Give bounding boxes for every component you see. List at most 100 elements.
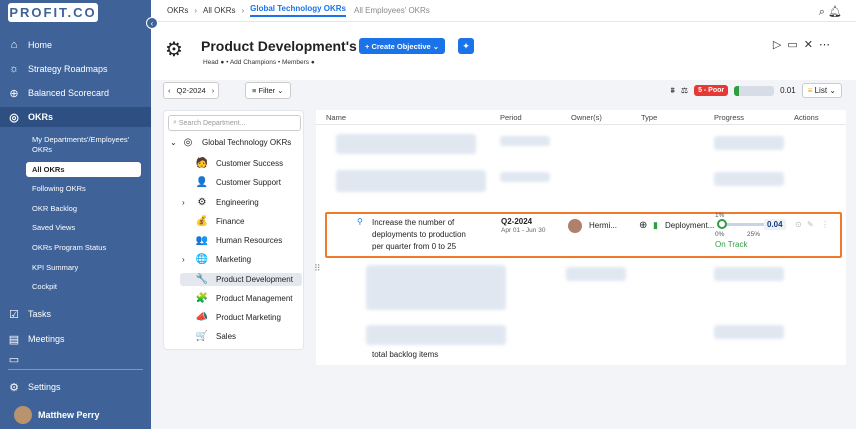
sheet-icon: ▮ xyxy=(653,220,658,230)
tab-all-employees[interactable]: All Employees' OKRs xyxy=(354,6,430,15)
drag-handle-icon[interactable]: ⠿ xyxy=(314,263,321,274)
filter-icon: ≡ xyxy=(252,86,257,95)
blurred-row xyxy=(366,265,506,310)
sub-saved-views[interactable]: Saved Views xyxy=(32,223,75,232)
department-icon: 🛒 xyxy=(195,331,209,342)
kr-score[interactable]: 0.04 xyxy=(764,219,786,230)
tree-item[interactable]: › 🌐 Marketing xyxy=(180,253,253,266)
tree-item[interactable]: 👥 Human Resources xyxy=(180,234,284,247)
sidebar-item-okrs[interactable]: ◎ OKRs xyxy=(0,107,151,127)
kr-period-dates: Apr 01 - Jun 30 xyxy=(501,227,546,234)
tree-item[interactable]: › ⚙ Engineering xyxy=(180,196,261,209)
balance-icon[interactable]: ⚖ xyxy=(681,86,688,95)
next-quarter-icon[interactable]: › xyxy=(212,86,215,95)
sub-following-okrs[interactable]: Following OKRs xyxy=(32,184,86,193)
breadcrumb-all-okrs[interactable]: All OKRs xyxy=(203,6,235,15)
col-period[interactable]: Period xyxy=(500,113,522,122)
status-up-icon: ⊕ xyxy=(639,220,648,231)
department-icon: 🔧 xyxy=(195,274,209,285)
sidebar-item-settings[interactable]: ⚙ Settings xyxy=(0,378,151,396)
user-profile[interactable]: Matthew Perry xyxy=(0,404,151,426)
kr-progress-target: 25% xyxy=(747,231,761,238)
sidebar-item-strategy-roadmaps[interactable]: ☼ Strategy Roadmaps xyxy=(0,60,151,78)
breadcrumb-sep: › xyxy=(194,6,198,15)
kr-progress-current: 1% xyxy=(715,212,725,219)
avatar xyxy=(14,406,32,424)
tree-item-label: Finance xyxy=(216,217,245,226)
list-icon: ≡ xyxy=(807,86,813,95)
roadmap-icon: ☼ xyxy=(8,63,20,75)
collapse-icon[interactable]: ✕ xyxy=(804,39,819,51)
department-icon: 🧑 xyxy=(195,158,209,169)
profit-logo[interactable]: PROFIT.CO xyxy=(8,3,98,22)
members-link[interactable]: • Members xyxy=(278,59,309,66)
tree-item[interactable]: 🔧 Product Development xyxy=(180,273,302,286)
tree-item-label: Marketing xyxy=(216,255,252,264)
search-icon[interactable]: ⌕ xyxy=(819,6,825,18)
sidebar-item-tasks[interactable]: ☑ Tasks xyxy=(0,305,151,323)
edit-icon[interactable]: ✎ xyxy=(807,220,814,229)
tree-item[interactable]: 🧑 Customer Success xyxy=(180,157,285,170)
sub-program-status[interactable]: OKRs Program Status xyxy=(32,243,106,252)
blurred-cell xyxy=(714,172,784,186)
chevron-right-icon[interactable]: › xyxy=(182,198,194,207)
kr-name-line1[interactable]: Increase the number of xyxy=(372,218,454,227)
col-actions[interactable]: Actions xyxy=(794,113,819,122)
sidebar-item-meetings[interactable]: ▤ Meetings xyxy=(0,330,151,348)
tab-global-technology[interactable]: Global Technology OKRs xyxy=(250,4,346,17)
col-type[interactable]: Type xyxy=(641,113,657,122)
tree-item[interactable]: 📣 Product Marketing xyxy=(180,311,283,324)
tree-item-label: Sales xyxy=(216,332,237,341)
check-in-icon[interactable]: ⊙ xyxy=(795,220,802,229)
tree-item[interactable]: 🛒 Sales xyxy=(180,330,238,343)
sub-kpi-summary[interactable]: KPI Summary xyxy=(32,263,78,272)
kr-type[interactable]: Deployment... xyxy=(665,221,714,230)
comment-icon[interactable]: ▭ xyxy=(787,39,803,51)
kr-name-line3[interactable]: per quarter from 0 to 25 xyxy=(372,242,456,251)
tree-item-label: Product Management xyxy=(216,294,293,303)
sidebar-divider xyxy=(8,369,143,370)
bell-icon[interactable]: 🔔︎ xyxy=(828,6,842,18)
col-owners[interactable]: Owner(s) xyxy=(571,113,602,122)
sidebar: PROFIT.CO ⌂ Home ☼ Strategy Roadmaps ⊕ Bala… xyxy=(0,0,151,429)
sub-okr-backlog[interactable]: OKR Backlog xyxy=(32,204,77,213)
blurred-row xyxy=(366,325,506,345)
prev-quarter-icon[interactable]: ‹ xyxy=(168,86,171,95)
tasks-icon: ☑ xyxy=(9,308,19,321)
tree-item[interactable]: 🧩 Product Management xyxy=(180,292,295,305)
play-icon[interactable]: ▷ xyxy=(773,39,787,51)
tree-item-label: Customer Success xyxy=(216,159,284,168)
highlighted-okr-row[interactable]: ⚲ Increase the number of deployments to … xyxy=(325,212,842,258)
tree-root[interactable]: ⌄ ◎ Global Technology OKRs xyxy=(170,137,291,148)
breadcrumb-okrs[interactable]: OKRs xyxy=(167,6,188,15)
sub-my-departments[interactable]: My Departments'/Employees' OKRs xyxy=(32,135,142,155)
add-champions-link[interactable]: • Add Champions xyxy=(226,59,276,66)
sidebar-item-home[interactable]: ⌂ Home xyxy=(0,36,151,54)
sub-all-okrs[interactable]: All OKRs xyxy=(26,162,141,177)
more-icon[interactable]: ⋯ xyxy=(819,39,836,51)
view-selector[interactable]: ≡ List ⌄ xyxy=(801,83,842,98)
more-vert-icon[interactable]: ⋮ xyxy=(821,220,829,229)
chevron-right-icon[interactable]: › xyxy=(182,255,194,264)
kr-progress-knob[interactable] xyxy=(717,219,727,229)
chart-icon[interactable]: ⩩ xyxy=(671,86,675,96)
quarter-selector[interactable]: ‹ Q2-2024 › xyxy=(163,82,220,99)
sidebar-item-balanced-scorecard[interactable]: ⊕ Balanced Scorecard xyxy=(0,84,151,102)
key-result-icon: ⚲ xyxy=(357,217,363,226)
sidebar-item-partial[interactable]: ▭ xyxy=(0,354,151,364)
blurred-row xyxy=(336,134,476,154)
kr-owner[interactable]: Hermi... xyxy=(589,221,617,230)
tree-item[interactable]: 💰 Finance xyxy=(180,215,246,228)
kr-name-line2[interactable]: deployments to production xyxy=(372,230,466,239)
collapse-sidebar-button[interactable]: ‹ xyxy=(146,17,158,29)
page-meta: Head ● • Add Champions • Members ● xyxy=(203,59,315,66)
tree-item-label: Engineering xyxy=(216,198,259,207)
col-progress[interactable]: Progress xyxy=(714,113,744,122)
col-name[interactable]: Name xyxy=(326,113,346,122)
filter-button[interactable]: ≡ Filter ⌄ xyxy=(245,82,291,99)
tree-item[interactable]: 👤 Customer Support xyxy=(180,176,283,189)
ai-assist-button[interactable]: ✦ xyxy=(458,38,474,54)
department-search-input[interactable]: ⌕ Search Department... xyxy=(168,115,301,131)
sub-cockpit[interactable]: Cockpit xyxy=(32,282,57,291)
create-objective-button[interactable]: + Create Objective ⌄ xyxy=(359,38,446,54)
